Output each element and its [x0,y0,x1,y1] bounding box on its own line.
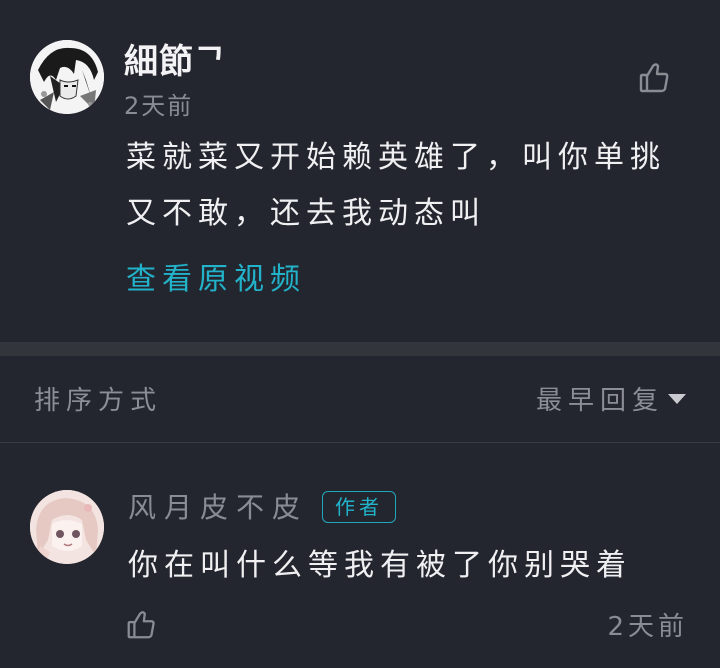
sort-label: 排序方式 [34,386,163,416]
reply-username[interactable]: 风月皮不皮 [128,486,308,526]
reply-text: 你在叫什么等我有被了你别哭着 [128,548,632,583]
manga-avatar-icon [30,40,104,114]
main-comment: 細節ᄀ 2天前 菜就菜又开始赖英雄了，叫你单挑又不敢，还去我动态叫 查看原视频 [0,0,720,342]
comment-username[interactable]: 細節ᄀ [124,34,226,83]
thumbs-up-icon[interactable] [636,60,672,96]
thumbs-up-icon[interactable] [124,608,158,642]
comment-timestamp: 2天前 [124,92,194,120]
caret-down-icon[interactable] [668,394,686,404]
comment-text: 菜就菜又开始赖英雄了，叫你单挑又不敢，还去我动态叫 [126,140,666,231]
section-divider [0,342,720,356]
author-badge: 作者 [322,491,396,523]
anime-girl-avatar-icon [30,490,104,564]
user-avatar[interactable] [30,40,104,114]
view-original-video-link[interactable]: 查看原视频 [126,254,306,298]
sort-bar: 排序方式 最早回复 [0,356,720,443]
reply-user-avatar[interactable] [30,490,104,564]
sort-dropdown[interactable]: 最早回复 [536,380,664,417]
reply-timestamp: 2天前 [607,612,688,642]
